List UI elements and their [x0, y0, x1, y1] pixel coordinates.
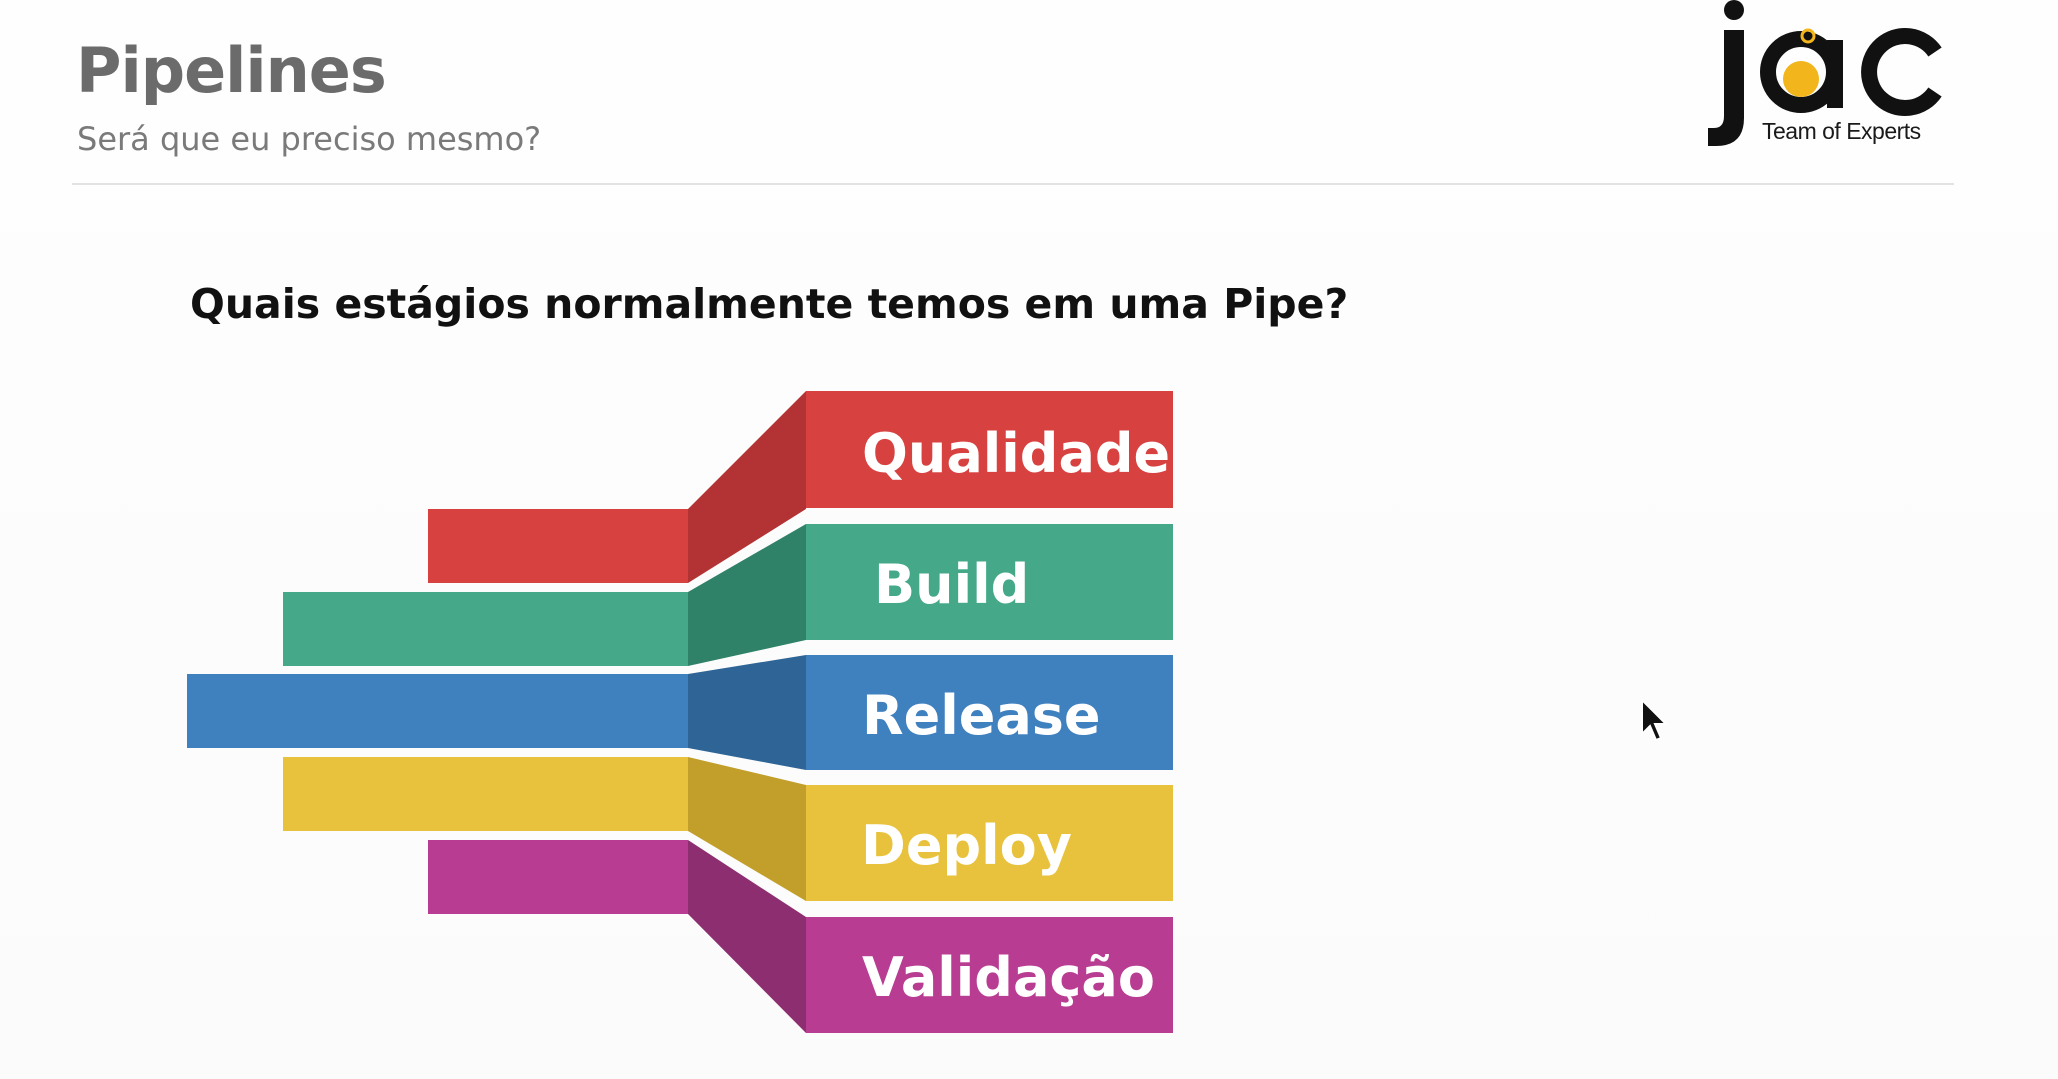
stage-qualidade-bar — [428, 509, 688, 583]
stage-release-bar — [187, 674, 688, 748]
pipeline-stages-diagram: Qualidade Build Release Deploy Validação — [187, 391, 1173, 1033]
stage-validacao-label: Validação — [862, 946, 1155, 1009]
slide: Pipelines Será que eu preciso mesmo? Tea… — [0, 0, 2058, 1079]
stage-release-label: Release — [862, 684, 1101, 747]
stage-build-label: Build — [874, 553, 1029, 616]
stage-release-fold — [688, 655, 806, 770]
stage-release: Release — [187, 655, 1173, 770]
stage-build-bar — [283, 592, 688, 666]
stage-deploy-label: Deploy — [861, 814, 1072, 877]
stage-deploy-bar — [283, 757, 688, 831]
mouse-pointer-icon — [1641, 698, 1669, 742]
stage-qualidade-label: Qualidade — [862, 422, 1170, 485]
stage-validacao-bar — [428, 840, 688, 914]
